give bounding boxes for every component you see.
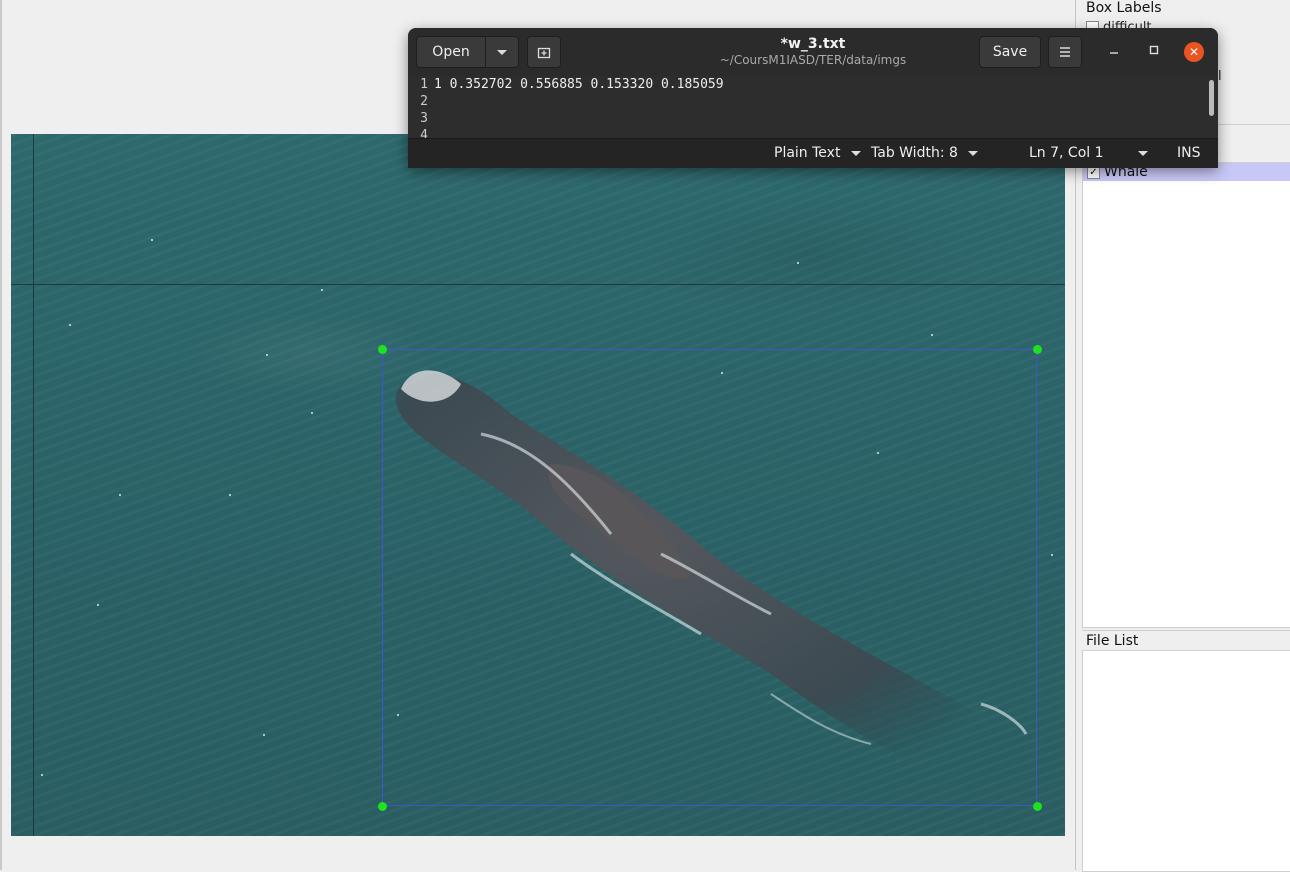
language-label: Plain Text (774, 145, 841, 161)
menu-button[interactable] (1048, 36, 1082, 68)
water-glint (311, 412, 313, 414)
hamburger-menu-icon (1060, 47, 1070, 57)
water-glint (263, 734, 265, 736)
document-path: ~/CoursM1IASD/TER/data/imgs (719, 53, 907, 67)
tab-width-selector[interactable]: Tab Width: 8 (871, 145, 979, 161)
chevron-down-icon (497, 49, 507, 55)
file-list[interactable] (1082, 650, 1290, 872)
editor-line: 1 1 0.352702 0.556885 0.153320 0.185059 (408, 76, 1218, 93)
line-text (428, 94, 434, 109)
line-number: 2 (420, 94, 428, 109)
label-list[interactable]: ✓ Whale (1082, 162, 1290, 628)
gedit-headerbar: Open *w_3.txt ~/CoursM1IASD/TER/data/img… (408, 28, 1218, 76)
insert-mode-indicator: INS (1177, 145, 1201, 161)
line-text (428, 128, 434, 138)
bbox-handle-bottom-right[interactable] (1033, 802, 1042, 811)
water-glint (321, 289, 323, 291)
bbox-handle-top-left[interactable] (378, 345, 387, 354)
line-number: 4 (420, 128, 428, 138)
minimize-icon (1110, 52, 1118, 54)
image-canvas[interactable] (11, 134, 1065, 836)
gedit-window[interactable]: Open *w_3.txt ~/CoursM1IASD/TER/data/img… (408, 28, 1218, 168)
document-filename: *w_3.txt (780, 36, 846, 52)
chevron-down-icon (1138, 150, 1148, 156)
file-list-title: File List (1082, 630, 1290, 650)
cursor-position-dropdown[interactable] (1138, 145, 1148, 161)
left-border (0, 0, 2, 870)
status-bar: Plain Text Tab Width: 8 Ln 7, Col 1 INS (408, 138, 1218, 168)
line-text: 1 0.352702 0.556885 0.153320 0.185059 (434, 77, 724, 92)
save-button[interactable]: Save (979, 36, 1041, 68)
chevron-down-icon (968, 150, 979, 156)
cursor-position[interactable]: Ln 7, Col 1 (1029, 145, 1104, 161)
editor-line: 2 (408, 93, 1218, 110)
water-glint (119, 494, 121, 496)
close-icon: ✕ (1188, 45, 1200, 59)
language-selector[interactable]: Plain Text (774, 145, 861, 161)
line-number: 1 (420, 77, 428, 92)
water-glint (931, 334, 933, 336)
close-button[interactable]: ✕ (1184, 42, 1204, 62)
bbox-handle-bottom-left[interactable] (378, 802, 387, 811)
editor-line: 3 (408, 110, 1218, 127)
bounding-box-whale[interactable] (382, 349, 1037, 806)
box-labels-title: Box Labels (1086, 0, 1162, 16)
new-tab-button[interactable] (527, 36, 561, 68)
text-editor[interactable]: 1 1 0.352702 0.556885 0.153320 0.185059 2… (408, 76, 1218, 138)
water-glint (41, 774, 43, 776)
open-button[interactable]: Open (416, 36, 486, 68)
new-tab-icon (537, 47, 551, 59)
water-glint (97, 604, 99, 606)
maximize-button[interactable] (1144, 42, 1164, 62)
water-glint (1051, 554, 1053, 556)
water-glint (69, 324, 71, 326)
water-glint (797, 262, 799, 264)
bbox-handle-top-right[interactable] (1033, 345, 1042, 354)
line-text (428, 111, 434, 126)
document-title: *w_3.txt ~/CoursM1IASD/TER/data/imgs (658, 36, 968, 67)
maximize-icon (1149, 45, 1159, 55)
editor-line: 4 (408, 127, 1218, 138)
editor-scrollbar[interactable] (1209, 80, 1214, 116)
water-glint (151, 239, 153, 241)
tab-width-label: Tab Width: 8 (871, 145, 958, 161)
line-number: 3 (420, 111, 428, 126)
water-glint (266, 354, 268, 356)
open-dropdown-button[interactable] (485, 36, 519, 68)
chevron-down-icon (850, 150, 861, 156)
minimize-button[interactable] (1104, 42, 1124, 62)
water-glint (229, 494, 231, 496)
